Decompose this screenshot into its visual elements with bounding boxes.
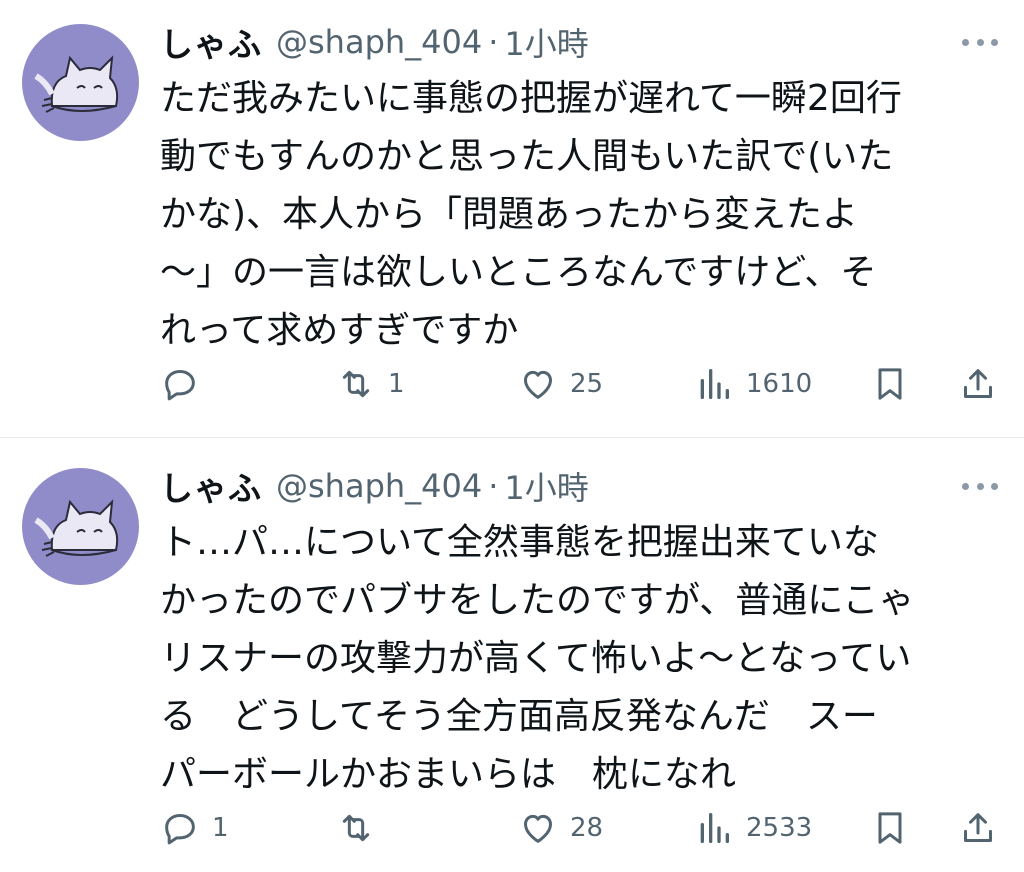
separator: · [488,23,499,61]
user-handle[interactable]: @shaph_404 [276,467,482,505]
cat-avatar-icon [34,55,119,113]
tweet-text: ただ我みたいに事態の把握が遅れて一瞬2回行 動でもすんのかと思った人間もいた訳で… [160,78,902,351]
like-icon [524,370,552,399]
reply-icon [165,814,195,845]
avatar[interactable] [22,24,139,141]
display-name[interactable]: しゃふ [160,462,262,510]
tweet-actions: 1 25 1610 [160,362,1005,406]
bookmark-icon [878,368,902,400]
avatar[interactable] [22,468,139,585]
views-button[interactable]: 1610 [694,362,812,406]
more-icon[interactable] [962,36,998,48]
like-button[interactable]: 28 [518,806,603,850]
views-count: 2533 [746,813,813,843]
reply-button[interactable] [160,362,212,406]
timestamp[interactable]: 1小時 [504,463,588,509]
views-icon [700,813,729,843]
tweet-text: ト…パ…について全然事態を把握出来ていな かったのでパブサをしたのですが、普通に… [160,522,915,795]
tweet[interactable]: しゃふ @shaph_404 · 1小時 ト…パ…について全然事態を把握出来てい… [0,438,1024,872]
bookmark-icon [878,812,902,844]
like-icon [524,814,552,843]
bookmark-button[interactable] [870,806,910,850]
timestamp[interactable]: 1小時 [504,19,588,65]
share-button[interactable] [958,362,998,406]
reply-icon [165,370,195,401]
separator: · [488,467,499,505]
share-icon [964,369,992,398]
cat-avatar-icon [34,499,119,557]
like-count: 28 [570,813,604,843]
more-icon[interactable] [962,480,998,492]
bookmark-button[interactable] [870,362,910,406]
tweet[interactable]: しゃふ @shaph_404 · 1小時 ただ我みたいに事態の把握が遅れて一瞬2… [0,0,1024,437]
retweet-icon [342,370,370,398]
views-button[interactable]: 2533 [694,806,812,850]
share-button[interactable] [958,806,998,850]
retweet-button[interactable] [336,806,388,850]
tweet-header: しゃふ @shaph_404 · 1小時 [160,462,589,510]
tweet-actions: 1 28 2533 [160,806,1005,850]
reply-button[interactable]: 1 [160,806,229,850]
views-icon [700,369,729,399]
retweet-button[interactable]: 1 [336,362,405,406]
retweet-count: 1 [388,369,405,399]
retweet-icon [342,814,370,842]
share-icon [964,813,992,842]
tweet-header: しゃふ @shaph_404 · 1小時 [160,18,589,66]
reply-count: 1 [212,813,229,843]
user-handle[interactable]: @shaph_404 [276,23,482,61]
display-name[interactable]: しゃふ [160,18,262,66]
like-button[interactable]: 25 [518,362,603,406]
views-count: 1610 [746,369,813,399]
like-count: 25 [570,369,604,399]
